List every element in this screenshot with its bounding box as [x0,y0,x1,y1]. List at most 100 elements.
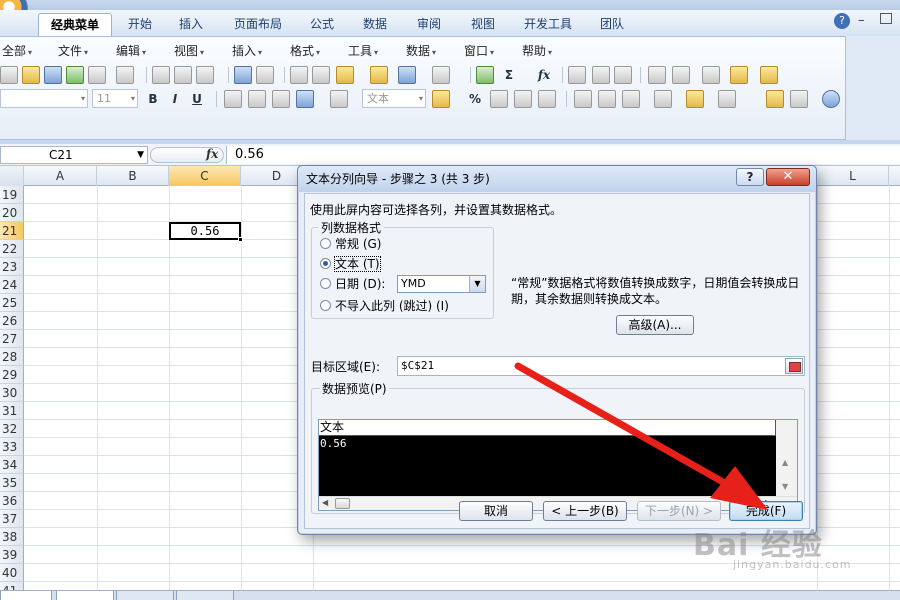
table-grid-icon[interactable] [702,66,720,84]
radio-general[interactable]: 常规 (G) [320,235,381,253]
tab-data[interactable]: 数据 [354,13,396,36]
menu-data[interactable]: 数据 ▾ [406,41,436,61]
restore-icon[interactable] [880,13,892,24]
row-header-23[interactable]: 23 [0,258,24,276]
folder-icon[interactable] [760,66,778,84]
format-cells-icon[interactable] [622,90,640,108]
radio-text[interactable]: 文本 (T) [320,255,381,273]
column-header-l[interactable]: L [817,166,889,186]
filter-icon[interactable] [614,66,632,84]
date-format-select[interactable]: YMD ▼ [397,275,486,293]
chart-icon[interactable] [648,66,666,84]
cancel-button[interactable]: 取消 [459,501,533,521]
preview-column-header[interactable]: 文本 [319,420,776,436]
row-header-36[interactable]: 36 [0,492,24,510]
tab-formulas[interactable]: 公式 [302,13,342,36]
underline-button[interactable]: U [188,90,206,108]
tab-page-layout[interactable]: 页面布局 [226,13,290,36]
borders-icon[interactable] [654,90,672,108]
autosum-icon[interactable]: Σ [500,66,518,84]
row-header-32[interactable]: 32 [0,420,24,438]
decrease-indent-icon[interactable] [574,90,592,108]
row-header-31[interactable]: 31 [0,402,24,420]
radio-skip-column[interactable]: 不导入此列 (跳过) (I) [320,297,449,315]
row-header-40[interactable]: 40 [0,564,24,582]
data-preview-box[interactable]: 文本 0.56 ▲▼ ◀▶ [318,419,798,511]
chevron-down-icon[interactable]: ▼ [137,147,144,163]
preview-vertical-scrollbar[interactable]: ▲ ▼ [776,420,797,496]
row-header-38[interactable]: 38 [0,528,24,546]
sheet-tab-3[interactable] [176,591,234,600]
merge-center-icon[interactable] [296,90,314,108]
next-button[interactable]: 下一步(N) > [637,501,721,521]
tab-review[interactable]: 审阅 [408,13,450,36]
clipart-icon[interactable] [766,90,784,108]
row-header-21[interactable]: 21 [0,222,24,240]
menu-all[interactable]: 全部 ▾ [2,41,32,61]
insert-function-icon[interactable]: fx [534,66,554,84]
print-icon[interactable] [152,66,170,84]
bold-button[interactable]: B [144,90,162,108]
tab-developer[interactable]: 开发工具 [516,13,580,36]
tab-view[interactable]: 视图 [462,13,504,36]
radio-button[interactable] [320,238,331,249]
formula-input[interactable]: 0.56 [226,146,900,164]
fill-color-icon[interactable] [686,90,704,108]
menu-help[interactable]: 帮助 ▾ [522,41,552,61]
research-book-icon[interactable] [256,66,274,84]
help-circle-icon[interactable] [822,90,840,108]
align-left-icon[interactable] [224,90,242,108]
tab-team[interactable]: 团队 [592,13,632,36]
menu-edit[interactable]: 编辑 ▾ [116,41,146,61]
align-right-icon[interactable] [272,90,290,108]
permission-icon[interactable] [66,66,84,84]
format-painter-icon[interactable] [370,66,388,84]
email-icon[interactable] [88,66,106,84]
new-file-icon[interactable] [0,66,18,84]
print-icon[interactable] [116,66,134,84]
scroll-up-icon[interactable]: ▲ [782,458,788,467]
sheet-tab-1[interactable] [56,591,114,600]
row-header-25[interactable]: 25 [0,294,24,312]
column-header-b[interactable]: B [97,166,169,186]
row-header-35[interactable]: 35 [0,474,24,492]
collapse-dialog-icon[interactable] [785,358,803,374]
menu-tools[interactable]: 工具 ▾ [348,41,378,61]
row-header-24[interactable]: 24 [0,276,24,294]
open-folder-icon[interactable] [22,66,40,84]
cut-icon[interactable] [290,66,308,84]
paste-icon[interactable] [336,66,354,84]
row-header-19[interactable]: 19 [0,186,24,204]
spelling-icon[interactable] [234,66,252,84]
row-header-29[interactable]: 29 [0,366,24,384]
column-header-c[interactable]: C [169,166,241,186]
row-header-30[interactable]: 30 [0,384,24,402]
font-name-combo[interactable]: ▾ [0,89,88,108]
currency-icon[interactable] [432,90,450,108]
chevron-down-icon[interactable]: ▼ [469,276,485,292]
back-button[interactable]: < 上一步(B) [543,501,627,521]
copy-icon[interactable] [312,66,330,84]
sheet-nav-buttons[interactable] [0,591,52,600]
font-color-icon[interactable] [718,90,736,108]
radio-button[interactable] [320,278,331,289]
tab-insert[interactable]: 插入 [168,13,214,36]
row-header-26[interactable]: 26 [0,312,24,330]
radio-date[interactable]: 日期 (D): [320,275,385,293]
font-size-combo[interactable]: 11 ▾ [92,89,138,108]
percent-button[interactable]: % [466,90,484,108]
menu-window[interactable]: 窗口 ▾ [464,41,494,61]
increase-decimal-icon[interactable] [514,90,532,108]
conditional-format-icon[interactable] [730,66,748,84]
select-all-corner[interactable] [0,166,24,186]
tab-home[interactable]: 开始 [116,13,164,36]
row-header-22[interactable]: 22 [0,240,24,258]
sort-descending-icon[interactable] [592,66,610,84]
increase-indent-icon[interactable] [598,90,616,108]
row-header-27[interactable]: 27 [0,330,24,348]
menu-file[interactable]: 文件 ▾ [58,41,88,61]
zoom-search-icon[interactable] [790,90,808,108]
align-center-icon[interactable] [248,90,266,108]
print-preview-icon[interactable] [174,66,192,84]
name-box[interactable]: C21 ▼ [0,146,148,164]
